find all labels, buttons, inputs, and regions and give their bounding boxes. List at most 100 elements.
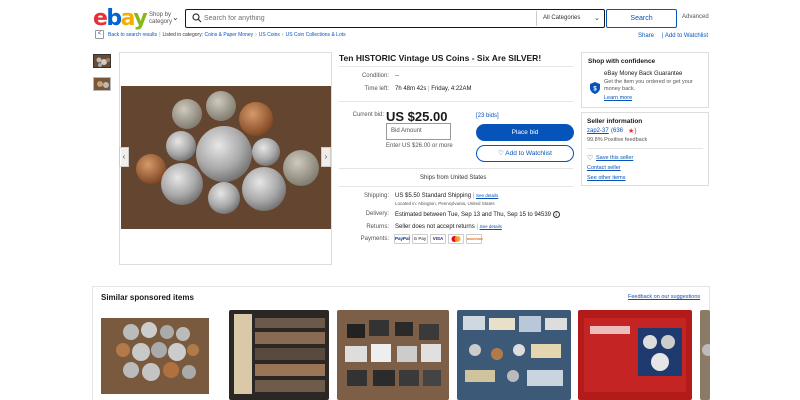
delivery-label: Delivery: (365, 211, 389, 217)
condition-label: Condition: (361, 73, 389, 79)
advanced-search-link[interactable]: Advanced (682, 14, 709, 20)
image-thumbnail[interactable] (93, 54, 111, 68)
heart-icon: ♡ (587, 155, 594, 162)
share-link[interactable]: Share (638, 33, 654, 39)
located-in: Located in: Abington, Pennsylvania, Unit… (395, 201, 495, 206)
back-to-results-link[interactable]: Back to search results (108, 32, 157, 38)
ships-from: Ships from United States (420, 175, 487, 181)
similar-item-card[interactable] (578, 310, 692, 400)
condition-value: -- (395, 73, 399, 79)
coins-thumbnail-image (94, 78, 110, 90)
seller-name-link[interactable]: zap2-37 (587, 128, 609, 134)
ebay-logo[interactable]: ebay (93, 6, 148, 31)
similar-item-card[interactable] (101, 310, 209, 400)
star-icon: ★) (628, 128, 637, 135)
returns-see-details-link[interactable]: See details (480, 224, 502, 229)
see-details-link[interactable]: See details (476, 193, 498, 198)
visa-icon: VISA (430, 234, 446, 244)
feedback-suggestions-link[interactable]: Feedback on our suggestions (628, 294, 700, 300)
positive-feedback: 99.8% Positive feedback (587, 137, 648, 143)
breadcrumb: Back to search results | Listed in categor… (108, 32, 346, 38)
similar-item-image (101, 310, 209, 400)
similar-item-image (457, 310, 571, 400)
similar-items-title: Similar sponsored items (101, 293, 194, 302)
coins-thumbnail-image (94, 55, 110, 67)
logo-letter-e: e (93, 6, 108, 31)
shipping-value: US $5.50 Standard Shipping | See details (395, 193, 498, 199)
breadcrumb-item[interactable]: US Coin Collections & Lots (286, 32, 346, 38)
save-seller-link[interactable]: Save this seller (596, 155, 633, 161)
image-thumbnail[interactable] (93, 77, 111, 91)
add-to-watchlist-label: Add to Watchlist (505, 150, 552, 157)
search-icon (192, 13, 202, 23)
mastercard-icon (448, 234, 464, 244)
search-input[interactable] (204, 11, 524, 25)
returns-value: Seller does not accept returns | See det… (395, 224, 502, 230)
money-back-guarantee-title: eBay Money Back Guarantee (604, 71, 683, 77)
shop-with-confidence-title: Shop with confidence (588, 58, 656, 65)
listed-in-label: Listed in category: (162, 32, 204, 38)
returns-label: Returns: (366, 224, 389, 230)
shield-icon: $ (590, 82, 600, 94)
top-add-to-watchlist-link[interactable]: | Add to Watchlist (662, 33, 708, 39)
see-other-items-link[interactable]: See other items (587, 175, 626, 181)
breadcrumb-separator: › (281, 32, 284, 38)
main-item-photo[interactable] (121, 86, 331, 229)
learn-more-link[interactable]: Learn more (604, 95, 632, 101)
divider (339, 186, 573, 187)
breadcrumb-item[interactable]: Coins & Paper Money (204, 32, 253, 38)
time-left-divider: | (428, 86, 430, 92)
breadcrumb-separator: | (159, 32, 161, 38)
divider (339, 168, 573, 169)
bid-hint: Enter US $26.00 or more (386, 143, 453, 149)
chevron-down-icon[interactable]: ⌄ (594, 10, 600, 27)
search-button[interactable]: Search (606, 9, 677, 28)
info-icon[interactable]: i (552, 211, 560, 218)
back-arrow-icon[interactable]: < (95, 30, 104, 39)
time-left-end: Friday, 4:22AM (431, 86, 472, 92)
feedback-count-link[interactable]: (636 (611, 128, 623, 134)
divider (339, 66, 573, 67)
returns-policy: Seller does not accept returns (395, 224, 475, 230)
time-left-remaining: 7h 48m 42s (395, 86, 427, 92)
shipping-divider: | (472, 193, 475, 199)
similar-item-image (229, 310, 329, 400)
mastercard-logo (451, 236, 461, 242)
item-title: Ten HISTORIC Vintage US Coins - Six Are … (339, 53, 542, 63)
similar-item-image (700, 310, 710, 400)
bid-amount-input[interactable]: Bid Amount (386, 123, 451, 140)
delivery-value: Estimated between Tue, Sep 13 and Thu, S… (395, 211, 560, 218)
similar-item-image (578, 310, 692, 400)
place-bid-button[interactable]: Place bid (476, 124, 574, 141)
breadcrumb-separator: › (255, 32, 257, 38)
bids-link[interactable]: [23 bids] (476, 113, 499, 119)
similar-item-card[interactable] (457, 310, 571, 400)
similar-item-card[interactable] (229, 310, 329, 400)
logo-letter-b: b (106, 6, 122, 31)
time-left-label: Time left: (364, 86, 389, 92)
money-back-guarantee-text: Get the item you ordered or get your mon… (604, 79, 693, 92)
next-image-button[interactable]: › (321, 147, 331, 167)
google-pay-icon: G Pay (412, 234, 428, 244)
coins-photo (121, 86, 331, 229)
returns-divider: | (476, 224, 478, 230)
top-add-to-watchlist-label: Add to Watchlist (664, 33, 709, 39)
discover-icon: DISCOVER (466, 234, 483, 244)
current-bid-price: US $25.00 (386, 109, 448, 124)
previous-image-button[interactable]: ‹ (119, 147, 129, 167)
category-divider (536, 11, 537, 26)
chevron-down-icon[interactable]: ⌄ (172, 13, 179, 22)
shipping-cost: US $5.50 Standard Shipping (395, 193, 472, 199)
logo-letter-a: a (120, 6, 135, 31)
time-left-value: 7h 48m 42s | Friday, 4:22AM (395, 86, 472, 92)
similar-item-card-partial[interactable] (700, 310, 710, 400)
add-to-watchlist-button[interactable]: ♡ Add to Watchlist (476, 145, 574, 162)
current-bid-label: Current bid: (352, 112, 384, 118)
payments-label: Payments: (360, 236, 389, 242)
contact-seller-link[interactable]: Contact seller (587, 165, 621, 171)
divider (587, 148, 703, 149)
breadcrumb-item[interactable]: US Coins (259, 32, 280, 38)
shipping-label: Shipping: (363, 193, 389, 199)
similar-item-card[interactable] (337, 310, 449, 400)
paypal-icon: PayPal (394, 234, 410, 244)
